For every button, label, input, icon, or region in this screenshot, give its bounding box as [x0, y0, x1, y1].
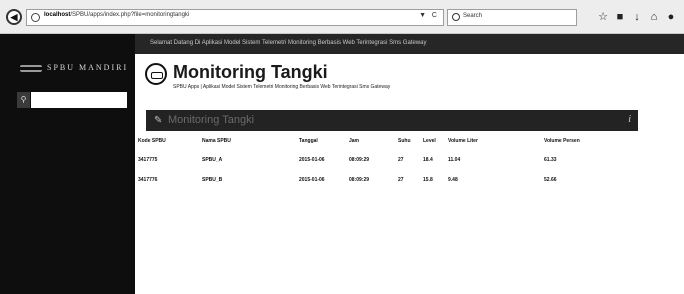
column-header: Volume Liter [448, 138, 478, 144]
welcome-bar: Selamat Datang Di Aplikasi Model Sistem … [135, 34, 684, 54]
page-title: Monitoring Tangki [173, 62, 328, 82]
panel-header: ✎ Monitoring Tangki i [146, 110, 638, 131]
column-header: Level [423, 138, 436, 144]
table-cell: 15.8 [423, 177, 433, 183]
column-header: Nama SPBU [202, 138, 231, 144]
search-button-icon[interactable]: ⚲ [17, 92, 30, 108]
table-cell: 2015-01-06 [299, 157, 325, 163]
column-header: Tanggal [299, 138, 318, 144]
bookmark-star-icon[interactable]: ☆ [597, 11, 609, 23]
table-cell: 18.4 [423, 157, 433, 163]
brand-logo[interactable]: SPBU MANDIRI [20, 62, 126, 76]
brand-mark-icon [20, 65, 42, 72]
home-icon[interactable]: ⌂ [648, 11, 660, 23]
info-icon[interactable]: i [628, 114, 631, 125]
column-header: Jam [349, 138, 360, 144]
table-cell: 27 [398, 177, 404, 183]
column-header: Volume Persen [544, 138, 580, 144]
table-cell: SPBU_A [202, 157, 223, 163]
column-header: Kode SPBU [138, 138, 166, 144]
page-subtitle: SPBU Apps | Aplikasi Model Sistem Teleme… [173, 84, 391, 90]
sidebar: SPBU MANDIRI ⚲ [0, 34, 135, 294]
back-button[interactable]: ◀ [6, 9, 22, 25]
table-cell: 08:09:29 [349, 177, 370, 183]
welcome-text: Selamat Datang Di Aplikasi Model Sistem … [150, 40, 427, 46]
table-cell: 9.48 [448, 177, 458, 183]
chat-icon[interactable]: ● [665, 11, 677, 23]
table-cell: 27 [398, 157, 404, 163]
url-text: localhost/SPBU/apps/index.php?file=monit… [44, 12, 190, 18]
search-icon [452, 13, 460, 21]
table-cell: 61.33 [544, 157, 557, 163]
sidebar-search: ⚲ [17, 92, 127, 108]
bookmarks-list-icon[interactable]: ■ [614, 11, 626, 23]
panel-title: Monitoring Tangki [168, 114, 255, 126]
table-cell: 3417776 [138, 177, 158, 183]
column-header: Suhu [398, 138, 411, 144]
edit-icon: ✎ [154, 115, 163, 126]
table-cell: 11.04 [448, 157, 461, 163]
table-cell: 08:09:29 [349, 157, 370, 163]
table-cell: 3417775 [138, 157, 158, 163]
download-icon[interactable]: ↓ [631, 11, 643, 23]
browser-toolbar: ◀ localhost/SPBU/apps/index.php?file=mon… [0, 0, 684, 34]
monitor-icon [145, 63, 167, 85]
monitoring-table: Kode SPBU Nama SPBU Tanggal Jam Suhu Lev… [138, 131, 638, 191]
brand-name: SPBU MANDIRI [47, 63, 129, 72]
browser-search-placeholder: Search [463, 13, 483, 19]
table-cell: 2015-01-06 [299, 177, 325, 183]
globe-icon [31, 13, 40, 22]
table-cell: SPBU_B [202, 177, 223, 183]
browser-search-field[interactable]: Search [447, 9, 577, 26]
address-bar[interactable]: localhost/SPBU/apps/index.php?file=monit… [26, 9, 444, 26]
table-cell: 52.66 [544, 177, 557, 183]
sidebar-search-input[interactable] [31, 92, 127, 108]
reload-dropdown-icon[interactable]: ▼ C [419, 12, 439, 19]
